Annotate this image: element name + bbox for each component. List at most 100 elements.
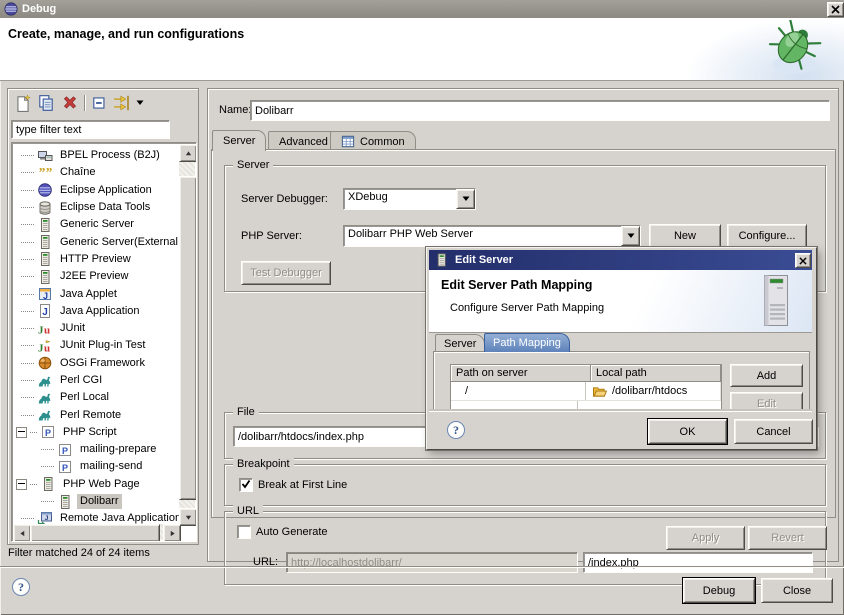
tree-item-junit-plug-in-test[interactable]: JuJUnit Plug-in Test — [13, 337, 179, 354]
filter-status: Filter matched 24 of 24 items — [8, 547, 150, 559]
url-path-input[interactable] — [584, 553, 812, 572]
window-close-button[interactable] — [827, 2, 844, 17]
tree-item-bpel-process-b2j[interactable]: BPEL Process (B2J) — [13, 147, 179, 164]
scroll-right-icon — [169, 530, 176, 537]
tree-item-perl-local[interactable]: Perl Local — [13, 389, 179, 406]
delete-icon[interactable] — [61, 94, 79, 112]
osgi-icon — [37, 355, 53, 371]
revert-button[interactable]: Revert — [748, 526, 827, 550]
tree-item-osgi-framework[interactable]: OSGi Framework — [13, 355, 179, 372]
dialog-footer: ? OK Cancel — [429, 411, 812, 448]
tree-item-mailing-send[interactable]: Pmailing-send — [13, 458, 179, 475]
tree-item-php-script[interactable]: PPHP Script — [13, 424, 179, 441]
tree-hscrollbar[interactable] — [13, 524, 179, 540]
tree-item-generic-server[interactable]: Generic Server — [13, 216, 179, 233]
tree-item-cha-ne[interactable]: ””Chaîne — [13, 164, 179, 181]
scroll-right-button[interactable] — [163, 524, 181, 542]
window-title: Debug — [22, 3, 56, 15]
tree-item-j2ee-preview[interactable]: J2EE Preview — [13, 268, 179, 285]
dialog-tab-path-mapping[interactable]: Path Mapping — [484, 333, 570, 352]
column-header-local-path[interactable]: Local path — [591, 365, 721, 382]
tab-advanced[interactable]: Advanced — [268, 131, 339, 151]
path-mapping-table: Path on server Local path / /dolibarr/ht… — [450, 364, 722, 413]
tree-item-php-web-page[interactable]: PHP Web Page — [13, 476, 179, 493]
tree-item-dolibarr[interactable]: Dolibarr — [13, 493, 179, 510]
name-input[interactable] — [251, 101, 829, 120]
add-button[interactable]: Add — [730, 364, 803, 387]
column-header-path-on-server[interactable]: Path on server — [451, 365, 591, 382]
config-tree: BPEL Process (B2J)””ChaîneEclipse Applic… — [11, 142, 197, 542]
server-icon — [57, 494, 73, 510]
filter-icon[interactable] — [113, 94, 133, 112]
filter-input[interactable] — [12, 121, 169, 138]
help-icon[interactable]: ? — [12, 578, 30, 596]
duplicate-icon[interactable] — [37, 94, 55, 112]
hscroll-thumb[interactable] — [30, 524, 160, 542]
tree-item-eclipse-application[interactable]: Eclipse Application — [13, 182, 179, 199]
new-config-icon[interactable] — [14, 94, 32, 112]
eclipse-sphere-icon — [37, 182, 53, 198]
dropdown-arrow-icon — [627, 233, 635, 239]
tab-common[interactable]: Common — [330, 131, 416, 151]
collapse-all-icon[interactable] — [91, 94, 109, 112]
dialog-help-icon[interactable]: ? — [447, 421, 465, 439]
eclipse-logo-icon — [4, 2, 18, 16]
tree-item-java-application[interactable]: JJava Application — [13, 303, 179, 320]
ok-button[interactable]: OK — [648, 419, 727, 444]
break-first-line-checkbox[interactable] — [239, 478, 253, 492]
tab-server[interactable]: Server — [212, 130, 266, 151]
test-debugger-button[interactable]: Test Debugger — [241, 261, 331, 285]
bpel-process-icon — [37, 148, 53, 164]
scroll-up-icon — [185, 150, 192, 157]
scroll-down-button[interactable] — [179, 508, 197, 526]
new-server-button[interactable]: New — [649, 224, 721, 248]
url-group-legend: URL — [233, 505, 263, 517]
scroll-down-icon — [185, 514, 192, 521]
tree-item-perl-remote[interactable]: Perl Remote — [13, 406, 179, 423]
php-server-combo[interactable]: Dolibarr PHP Web Server — [343, 225, 641, 247]
configure-button[interactable]: Configure... — [727, 224, 807, 248]
break-first-line-label: Break at First Line — [258, 479, 347, 491]
tree-item-junit[interactable]: JuJUnit — [13, 320, 179, 337]
tree-item-mailing-prepare[interactable]: Pmailing-prepare — [13, 441, 179, 458]
url-base-box — [286, 552, 578, 573]
vscroll-thumb[interactable] — [179, 176, 197, 500]
scroll-left-button[interactable] — [13, 524, 31, 542]
tree-toolbar — [10, 91, 194, 117]
dialog-close-button[interactable] — [795, 253, 811, 268]
combo-dropdown-button[interactable] — [456, 189, 475, 209]
url-base-input[interactable] — [287, 553, 577, 572]
collapse-expander-icon[interactable] — [16, 427, 27, 438]
scroll-up-button[interactable] — [179, 144, 197, 162]
folder-icon — [592, 385, 607, 398]
table-row[interactable]: / /dolibarr/htdocs — [451, 382, 721, 401]
debug-button[interactable]: Debug — [683, 578, 755, 603]
auto-generate-checkbox[interactable] — [237, 525, 251, 539]
cancel-button[interactable]: Cancel — [734, 419, 813, 444]
junit-icon: Ju — [37, 321, 53, 337]
tree-vscrollbar[interactable] — [179, 144, 195, 524]
svg-text:u: u — [44, 342, 50, 354]
tree-item-java-applet[interactable]: JJava Applet — [13, 285, 179, 302]
dialog-tab-content: Path on server Local path / /dolibarr/ht… — [433, 351, 810, 413]
apply-button[interactable]: Apply — [666, 526, 745, 550]
dialog-title: Edit Server — [455, 254, 513, 266]
database-icon — [37, 200, 53, 216]
server-icon — [37, 217, 53, 233]
server-debugger-combo[interactable]: XDebug — [343, 188, 476, 210]
tree-item-http-preview[interactable]: HTTP Preview — [13, 251, 179, 268]
close-button[interactable]: Close — [761, 578, 833, 603]
tree-item-eclipse-data-tools[interactable]: Eclipse Data Tools — [13, 199, 179, 216]
server-icon — [37, 251, 53, 267]
banner: Create, manage, and run configurations — [0, 18, 844, 81]
svg-text:””: ”” — [38, 166, 52, 181]
quotes-icon: ”” — [37, 165, 53, 181]
name-label: Name: — [219, 104, 251, 116]
tree-item-generic-server-external-la[interactable]: Generic Server(External La — [13, 233, 179, 250]
toolbar-separator — [84, 95, 85, 111]
tree-item-perl-cgi[interactable]: Perl CGI — [13, 372, 179, 389]
combo-dropdown-button[interactable] — [621, 226, 640, 246]
svg-text:J: J — [42, 307, 48, 318]
filter-menu-arrow-icon[interactable] — [136, 100, 144, 106]
collapse-expander-icon[interactable] — [16, 479, 27, 490]
